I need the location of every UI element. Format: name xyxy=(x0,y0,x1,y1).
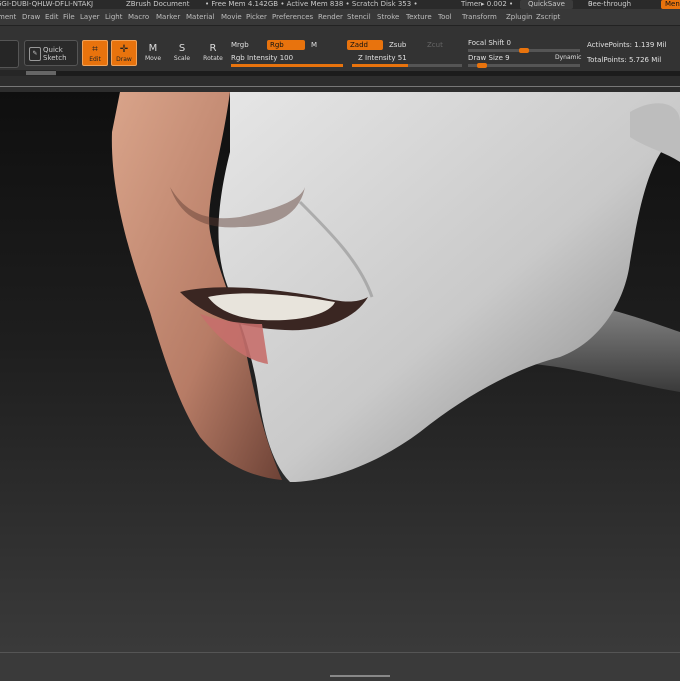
top-shelf: ✎ Quick Sketch ⌗ Edit ✛ Draw M Move S Sca… xyxy=(0,26,680,71)
dynamic-toggle[interactable]: Dynamic xyxy=(555,54,581,61)
menu-stencil[interactable]: Stencil xyxy=(347,13,371,21)
rgb-intensity-slider[interactable] xyxy=(231,64,343,67)
rotate-label: Rotate xyxy=(203,55,223,62)
clay-face xyxy=(218,92,680,482)
scale-label: Scale xyxy=(173,55,191,62)
edit-icon: ⌗ xyxy=(92,44,98,55)
quicksave-button[interactable]: QuickSave xyxy=(520,0,573,9)
menu-layer[interactable]: Layer xyxy=(80,13,100,21)
project-id: GGI-DUBI-QHLW-DFLI-NTAKJ xyxy=(0,0,94,8)
rgb-intensity-value: 100 xyxy=(279,54,294,62)
see-through-value: 0 xyxy=(588,0,593,8)
rotate-icon: R xyxy=(209,43,217,54)
z-intensity-label: Z Intensity 51 xyxy=(358,54,407,62)
menu-edit[interactable]: Edit xyxy=(45,13,59,21)
total-points: TotalPoints: 5.726 Mil xyxy=(587,56,662,64)
menu-movie[interactable]: Movie xyxy=(221,13,242,21)
menu-render[interactable]: Render xyxy=(318,13,343,21)
tray-scroll-thumb[interactable] xyxy=(26,71,56,75)
menu-marker[interactable]: Marker xyxy=(156,13,180,21)
menu-texture[interactable]: Texture xyxy=(406,13,432,21)
active-points: ActivePoints: 1.139 Mil xyxy=(587,41,667,49)
menu-document[interactable]: ment xyxy=(0,13,16,21)
memory-status: • Free Mem 4.142GB • Active Mem 838 • Sc… xyxy=(205,0,418,8)
zadd-toggle[interactable]: Zadd xyxy=(347,40,383,50)
shelf-left-button[interactable] xyxy=(0,40,19,68)
z-intensity-value: 51 xyxy=(397,54,407,62)
quick-sketch-button[interactable]: ✎ Quick Sketch xyxy=(24,40,78,66)
draw-label: Draw xyxy=(116,56,132,63)
z-intensity-fill xyxy=(352,64,409,67)
z-intensity-slider[interactable] xyxy=(352,64,462,67)
see-through-label: See-through xyxy=(588,0,632,8)
quick-sketch-label-1: Quick xyxy=(43,46,63,54)
scale-icon: S xyxy=(178,43,186,54)
draw-size-slider[interactable] xyxy=(468,63,580,68)
face-sculpt[interactable] xyxy=(0,92,680,652)
menu-macro[interactable]: Macro xyxy=(128,13,149,21)
focal-shift-slider[interactable] xyxy=(468,48,580,53)
menu-tool[interactable]: Tool xyxy=(438,13,452,21)
quick-sketch-label-2: Sketch xyxy=(43,54,67,62)
menu-light[interactable]: Light xyxy=(105,13,122,21)
menu-zscript[interactable]: Zscript xyxy=(536,13,560,21)
menu-stroke[interactable]: Stroke xyxy=(377,13,399,21)
document-title: ZBrush Document xyxy=(126,0,190,8)
menu-bar: ment Draw Edit File Layer Light Macro Ma… xyxy=(0,9,680,26)
bottom-scroll-thumb[interactable] xyxy=(330,675,390,677)
title-bar: GGI-DUBI-QHLW-DFLI-NTAKJ ZBrush Document… xyxy=(0,0,680,9)
draw-size-label: Draw Size 9 xyxy=(468,54,510,62)
timer-status: Timer▸ 0.002 • xyxy=(461,0,514,8)
menu-zplugin[interactable]: Zplugin xyxy=(506,13,532,21)
edit-label: Edit xyxy=(89,56,101,63)
rgb-toggle[interactable]: Rgb xyxy=(267,40,305,50)
quick-sketch-icon: ✎ xyxy=(29,47,41,61)
draw-size-knob[interactable] xyxy=(477,63,488,68)
menus-button[interactable]: Menus xyxy=(661,0,680,9)
menu-preferences[interactable]: Preferences xyxy=(272,13,313,21)
scale-button[interactable]: S Scale xyxy=(169,40,195,66)
rgb-intensity-fill xyxy=(231,64,343,67)
active-points-value: 1.139 Mil xyxy=(634,41,667,49)
focal-shift-value: 0 xyxy=(506,39,511,47)
canvas-viewport[interactable] xyxy=(0,92,680,652)
rgb-intensity-label: Rgb Intensity 100 xyxy=(231,54,294,62)
menu-picker[interactable]: Picker xyxy=(246,13,267,21)
move-button[interactable]: M Move xyxy=(140,40,166,66)
draw-button[interactable]: ✛ Draw xyxy=(111,40,137,66)
move-icon: M xyxy=(148,43,158,54)
menu-file[interactable]: File xyxy=(63,13,75,21)
focal-shift-label: Focal Shift 0 xyxy=(468,39,511,47)
total-points-value: 5.726 Mil xyxy=(628,56,662,64)
draw-size-value: 9 xyxy=(505,54,510,62)
canvas-top-bar xyxy=(0,76,680,92)
zcut-toggle[interactable]: Zcut xyxy=(424,40,446,50)
draw-icon: ✛ xyxy=(119,44,129,55)
menu-material[interactable]: Material xyxy=(186,13,214,21)
focal-shift-knob[interactable] xyxy=(519,48,529,53)
canvas-divider xyxy=(0,86,680,87)
bottom-shelf xyxy=(0,652,680,681)
menu-draw[interactable]: Draw xyxy=(22,13,40,21)
edit-button[interactable]: ⌗ Edit xyxy=(82,40,108,66)
rotate-button[interactable]: R Rotate xyxy=(200,40,226,66)
zsub-toggle[interactable]: Zsub xyxy=(386,40,409,50)
m-toggle[interactable]: M xyxy=(308,40,320,50)
menu-transform[interactable]: Transform xyxy=(462,13,497,21)
move-label: Move xyxy=(144,55,162,62)
mrgb-toggle[interactable]: Mrgb xyxy=(231,41,249,49)
